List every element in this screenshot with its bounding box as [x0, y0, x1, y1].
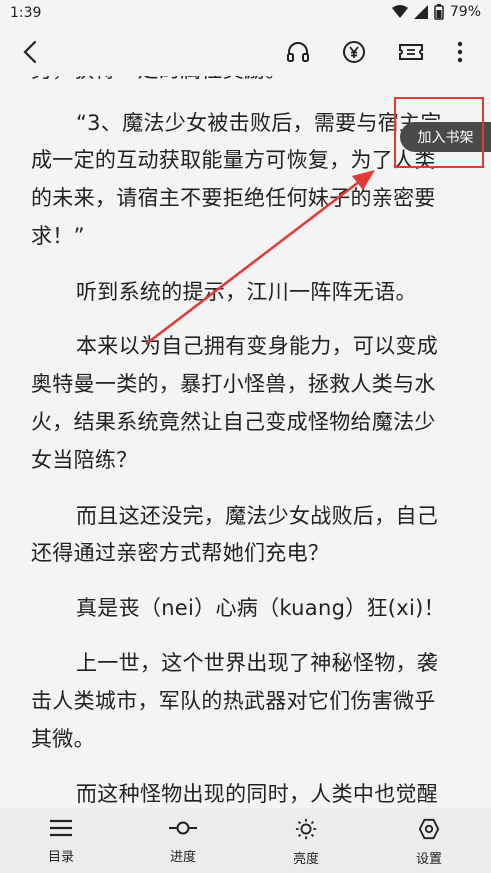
yuan-coin-icon: [343, 41, 365, 63]
brightness-label: 亮度: [292, 852, 319, 867]
text-line: “3、魔法少女被击败后，需要与宿主完: [76, 111, 442, 135]
text-line: 而且这还没完，魔法少女战败后，自己: [76, 504, 439, 528]
ticket-button[interactable]: [395, 36, 427, 68]
menu-list-icon: [50, 819, 72, 837]
battery-icon: [434, 4, 444, 20]
text-line: 本来以为自己拥有变身能力，可以变成: [76, 334, 439, 358]
settings-label: 设置: [415, 852, 442, 867]
progress-label: 进度: [169, 850, 196, 865]
signal-icon: [413, 5, 428, 19]
text-line: 真是丧（nei）心病（kuang）狂(xi)！: [76, 596, 445, 620]
settings-button[interactable]: 设置: [389, 818, 469, 867]
text-line: 击人类城市，军队的热武器对它们伤害微乎: [31, 689, 436, 713]
toc-label: 目录: [47, 850, 74, 865]
status-time: 1:39: [10, 5, 42, 21]
progress-slider-icon: [169, 821, 197, 835]
more-button[interactable]: [444, 36, 476, 68]
status-icons: 79%: [391, 4, 481, 20]
text-line: 还得通过亲密方式帮她们充电？: [31, 541, 330, 565]
back-button[interactable]: [14, 36, 46, 68]
toc-button[interactable]: 目录: [21, 818, 101, 865]
text-line: 听到系统的提示，江川一阵阵无语。: [76, 280, 417, 304]
status-bar: 1:39 79%: [0, 0, 491, 28]
text-line: 而这种怪物出现的同时，人类中也觉醒: [76, 782, 439, 806]
listen-button[interactable]: [282, 36, 314, 68]
settings-gear-icon: [418, 818, 440, 840]
text-line: 成一定的互动获取能量方可恢复，为了人类: [31, 148, 436, 172]
brightness-sun-icon: [295, 818, 317, 840]
text-line: 的未来，请宿主不要拒绝任何妹子的亲密要: [31, 186, 436, 210]
bottom-bar: 目录 进度 亮度 设置: [0, 808, 491, 873]
reward-button[interactable]: [338, 36, 370, 68]
text-line: 上一世，这个世界出现了神秘怪物，袭: [76, 651, 439, 675]
top-toolbar: [0, 28, 491, 76]
back-arrow-icon: [23, 41, 37, 63]
text-line: 奥特曼一类的，暴打小怪兽，拯救人类与水: [31, 372, 436, 396]
text-line: 求！”: [31, 224, 85, 248]
more-vertical-icon: [457, 41, 463, 63]
text-line: 火，结果系统竟然让自己变成怪物给魔法少: [31, 410, 436, 434]
battery-percent: 79%: [449, 4, 481, 20]
progress-button[interactable]: 进度: [143, 818, 223, 865]
ticket-icon: [399, 44, 423, 60]
headphones-icon: [287, 42, 309, 62]
annotation-highlight-box: [394, 97, 484, 168]
text-line: 女当陪练？: [31, 448, 138, 472]
brightness-button[interactable]: 亮度: [266, 818, 346, 867]
text-line: 其微。: [31, 727, 95, 751]
wifi-icon: [391, 5, 408, 18]
